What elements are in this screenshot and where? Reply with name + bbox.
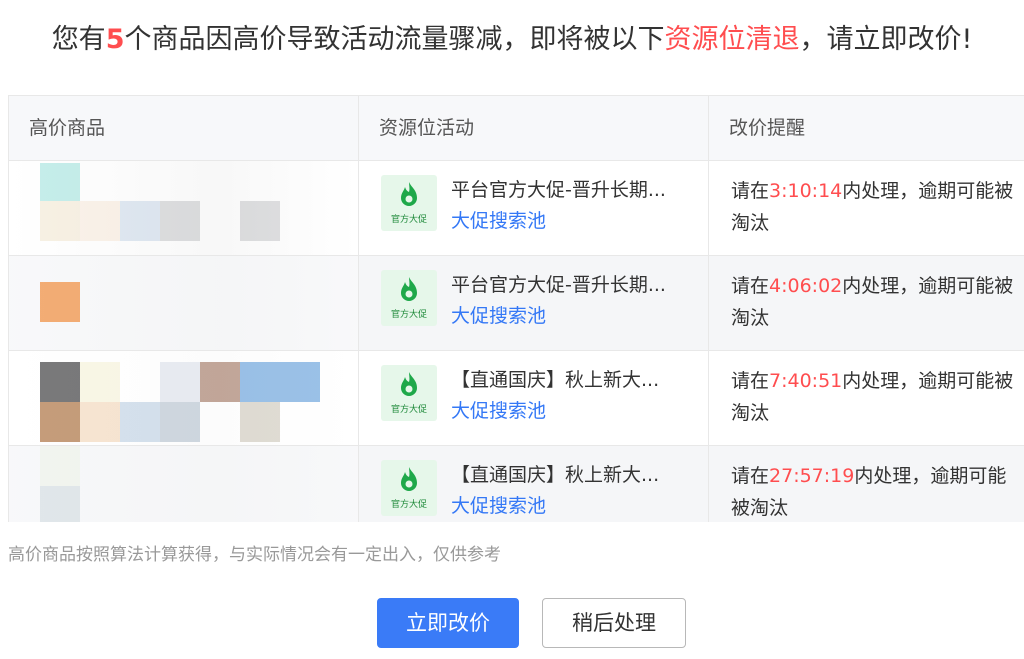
table-row: 官方大促 平台官方大促-晋升长期... 大促搜索池 请在3:10:14内处理，逾… — [9, 161, 1024, 256]
disclaimer-note: 高价商品按照算法计算获得，与实际情况会有一定出入，仅供参考 — [8, 545, 501, 565]
product-cell[interactable] — [9, 446, 359, 522]
product-cell[interactable] — [9, 351, 359, 445]
activity-link[interactable]: 大促搜索池 — [451, 490, 691, 522]
blur-overlay — [9, 256, 358, 350]
reminder-prefix: 请在 — [731, 275, 770, 297]
flame-icon — [401, 467, 417, 491]
blur-overlay — [9, 351, 358, 445]
promo-badge: 官方大促 — [381, 460, 437, 516]
countdown-timer: 3:10:14 — [769, 180, 843, 202]
blur-overlay — [9, 161, 358, 255]
page-title: 您有5个商品因高价导致活动流量骤减，即将被以下资源位清退，请立即改价! — [0, 18, 1024, 62]
column-header-activity: 资源位活动 — [359, 96, 709, 160]
reminder-text: 内处理，逾期可能被 — [842, 275, 1014, 297]
activity-name: 平台官方大促-晋升长期... — [451, 274, 666, 296]
promo-badge: 官方大促 — [381, 270, 437, 326]
table-header: 高价商品 资源位活动 改价提醒 — [9, 96, 1024, 161]
reminder-prefix: 请在 — [731, 465, 770, 487]
title-suffix: ，请立即改价! — [799, 24, 973, 55]
activity-name: 【直通国庆】秋上新大... — [451, 369, 660, 391]
badge-label: 官方大促 — [390, 500, 427, 510]
product-table: 高价商品 资源位活动 改价提醒 官方大促 平台官方大促-晋升长期... 大促搜索… — [8, 95, 1024, 522]
reprice-now-button[interactable]: 立即改价 — [377, 598, 519, 648]
table-row: 官方大促 【直通国庆】秋上新大... 大促搜索池 请在27:57:19内处理，逾… — [9, 446, 1024, 522]
flame-icon — [401, 182, 417, 206]
activity-cell: 官方大促 平台官方大促-晋升长期... 大促搜索池 — [359, 256, 709, 350]
reminder-cell: 请在27:57:19内处理，逾期可能 被淘汰 — [709, 446, 1024, 522]
countdown-timer: 27:57:19 — [769, 465, 855, 487]
title-highlight: 资源位清退 — [664, 24, 800, 55]
activity-cell: 官方大促 【直通国庆】秋上新大... 大促搜索池 — [359, 446, 709, 522]
handle-later-button[interactable]: 稍后处理 — [542, 598, 686, 648]
reminder-tail: 淘汰 — [731, 307, 770, 329]
table-row: 官方大促 平台官方大促-晋升长期... 大促搜索池 请在4:06:02内处理，逾… — [9, 256, 1024, 351]
badge-label: 官方大促 — [390, 310, 427, 320]
activity-link[interactable]: 大促搜索池 — [451, 300, 691, 332]
product-count: 5 — [105, 24, 125, 55]
reminder-cell: 请在7:40:51内处理，逾期可能被 淘汰 — [709, 351, 1024, 445]
reminder-tail: 淘汰 — [731, 402, 770, 424]
reminder-text: 内处理，逾期可能 — [854, 465, 1007, 487]
countdown-timer: 7:40:51 — [769, 370, 843, 392]
promo-badge: 官方大促 — [381, 175, 437, 231]
title-prefix: 您有 — [51, 24, 106, 55]
countdown-timer: 4:06:02 — [769, 275, 843, 297]
column-header-reminder: 改价提醒 — [709, 96, 1024, 160]
activity-name: 【直通国庆】秋上新大... — [451, 464, 660, 486]
reminder-tail: 被淘汰 — [731, 497, 789, 519]
reminder-cell: 请在3:10:14内处理，逾期可能被 淘汰 — [709, 161, 1024, 255]
flame-icon — [401, 372, 417, 396]
title-middle: 个商品因高价导致活动流量骤减，即将被以下 — [124, 24, 665, 55]
activity-cell: 官方大促 平台官方大促-晋升长期... 大促搜索池 — [359, 161, 709, 255]
product-cell[interactable] — [9, 161, 359, 255]
reminder-prefix: 请在 — [731, 180, 770, 202]
product-cell[interactable] — [9, 256, 359, 350]
activity-cell: 官方大促 【直通国庆】秋上新大... 大促搜索池 — [359, 351, 709, 445]
reminder-cell: 请在4:06:02内处理，逾期可能被 淘汰 — [709, 256, 1024, 350]
reminder-text: 内处理，逾期可能被 — [842, 180, 1014, 202]
activity-name: 平台官方大促-晋升长期... — [451, 179, 666, 201]
table-row: 官方大促 【直通国庆】秋上新大... 大促搜索池 请在7:40:51内处理，逾期… — [9, 351, 1024, 446]
promo-badge: 官方大促 — [381, 365, 437, 421]
activity-link[interactable]: 大促搜索池 — [451, 395, 691, 427]
column-header-product: 高价商品 — [9, 96, 359, 160]
reminder-text: 内处理，逾期可能被 — [842, 370, 1014, 392]
reminder-tail: 淘汰 — [731, 212, 770, 234]
badge-label: 官方大促 — [390, 215, 427, 225]
flame-icon — [401, 277, 417, 301]
reminder-prefix: 请在 — [731, 370, 770, 392]
activity-link[interactable]: 大促搜索池 — [451, 205, 691, 237]
badge-label: 官方大促 — [390, 405, 427, 415]
blur-overlay — [9, 446, 358, 522]
